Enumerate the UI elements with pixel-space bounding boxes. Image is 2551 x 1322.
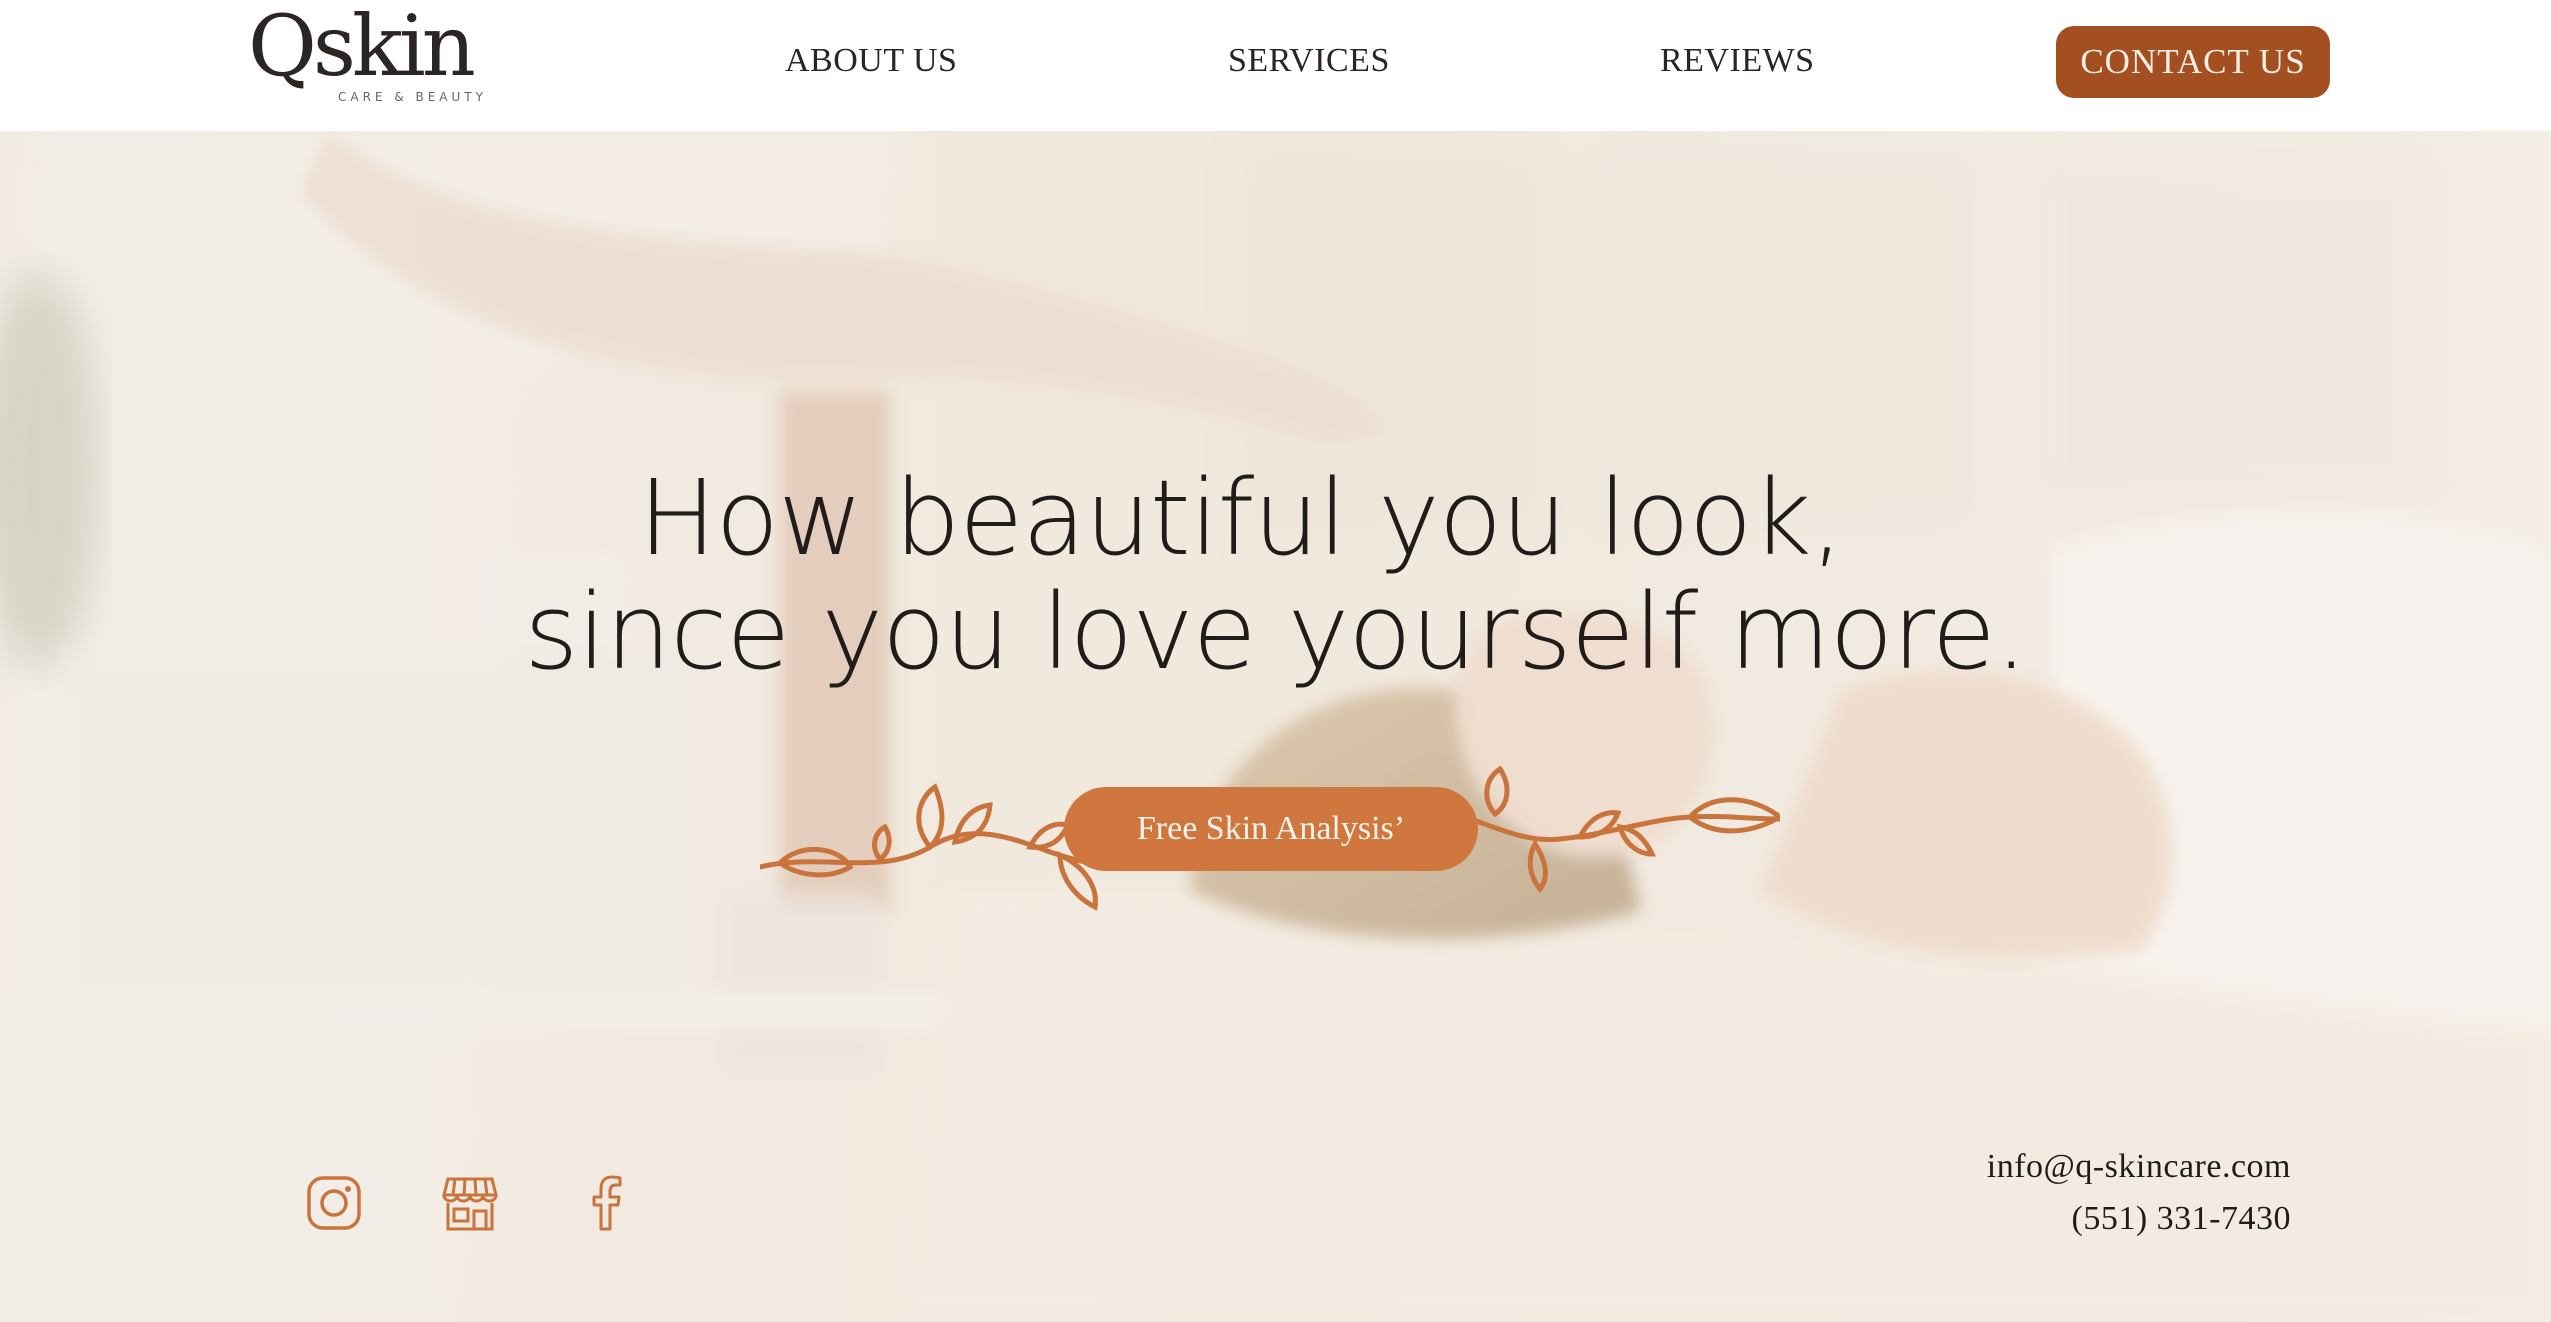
instagram-icon[interactable]	[304, 1173, 364, 1233]
facebook-icon[interactable]	[577, 1173, 637, 1233]
contact-us-button[interactable]: CONTACT US	[2056, 26, 2330, 98]
free-skin-analysis-button[interactable]: Free Skin Analysis’	[1064, 787, 1478, 871]
nav-services[interactable]: SERVICES	[1228, 42, 1390, 80]
vine-right-decoration	[1440, 765, 1780, 893]
logo[interactable]: Qskin CARE & BEAUTY	[248, 4, 508, 114]
hero-section: How beautiful you look, since you love y…	[0, 131, 2551, 1322]
headline-line-1: How beautiful you look,	[638, 457, 1843, 579]
logo-text: Qskin	[248, 0, 476, 95]
headline-line-2: since you love yourself more.	[524, 571, 2028, 693]
store-icon[interactable]	[440, 1173, 500, 1233]
nav-reviews[interactable]: REVIEWS	[1660, 42, 1815, 80]
email-link[interactable]: info@q-skincare.com	[1987, 1141, 2291, 1193]
hero-headline: How beautiful you look, since you love y…	[0, 461, 2551, 689]
nav-about-us[interactable]: ABOUT US	[785, 42, 957, 80]
phone-link[interactable]: (551) 331-7430	[1987, 1193, 2291, 1245]
contact-info: info@q-skincare.com (551) 331-7430	[1987, 1141, 2291, 1245]
logo-tagline: CARE & BEAUTY	[338, 90, 487, 104]
site-header: Qskin CARE & BEAUTY ABOUT US SERVICES RE…	[0, 0, 2551, 131]
